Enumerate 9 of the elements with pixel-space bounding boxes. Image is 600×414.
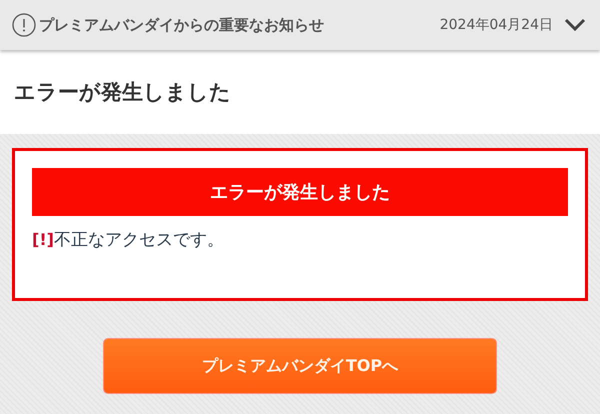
error-heading: エラーが発生しました — [32, 168, 568, 216]
page-title: エラーが発生しました — [14, 79, 231, 106]
notice-title: プレミアムバンダイからの重要なお知らせ — [39, 16, 325, 34]
notice-bar[interactable]: プレミアムバンダイからの重要なお知らせ 2024年04月24日 — [0, 0, 600, 50]
error-marker: [!] — [32, 230, 54, 249]
exclamation-icon — [12, 13, 36, 37]
error-message: 不正なアクセスです。 — [54, 229, 224, 251]
notice-date: 2024年04月24日 — [440, 16, 553, 34]
chevron-down-icon[interactable] — [564, 18, 586, 32]
